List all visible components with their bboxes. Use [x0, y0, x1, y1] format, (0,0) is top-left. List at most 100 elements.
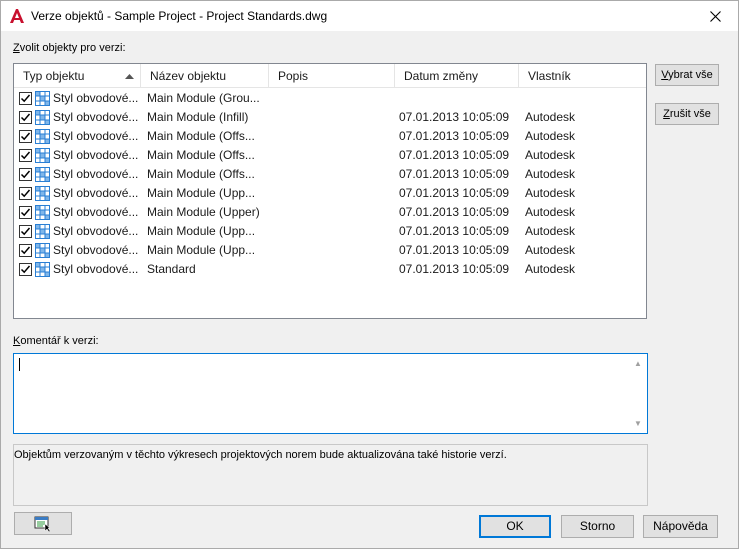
row-checkbox[interactable]	[19, 206, 32, 219]
objects-list[interactable]: Typ objektu Název objektu Popis Datum zm…	[13, 63, 647, 319]
table-row[interactable]: Styl obvodové... Main Module (Upper) 07.01…	[14, 203, 646, 222]
row-checkbox[interactable]	[19, 187, 32, 200]
comment-scrollbar[interactable]: ▲ ▼	[630, 354, 647, 433]
table-row[interactable]: Styl obvodové... Main Module (Offs... 07.0…	[14, 127, 646, 146]
cell-type: Styl obvodové...	[53, 262, 139, 276]
close-icon	[709, 10, 721, 22]
table-row[interactable]: Styl obvodové... Main Module (Offs... 07.0…	[14, 146, 646, 165]
cell-description	[274, 260, 392, 279]
column-header-owner[interactable]: Vlastník	[519, 64, 646, 88]
window-select-button[interactable]	[14, 512, 72, 535]
close-button[interactable]	[692, 1, 738, 31]
cell-name: Main Module (Offs...	[147, 129, 255, 143]
info-text: Objektům verzovaným v těchto výkresech p…	[14, 449, 507, 461]
row-checkbox[interactable]	[19, 225, 32, 238]
ok-button[interactable]: OK	[479, 515, 551, 538]
cell-date: 07.01.2013 10:05:09	[399, 110, 510, 124]
window-cursor-icon	[34, 516, 51, 533]
checkmark-icon	[20, 113, 31, 122]
checkmark-icon	[20, 94, 31, 103]
cell-owner: Autodesk	[525, 243, 576, 257]
cell-description	[274, 89, 392, 108]
scroll-up-icon[interactable]: ▲	[634, 359, 642, 368]
cell-name: Main Module (Grou...	[147, 91, 260, 105]
title-bar: Verze objektů - Sample Project - Project…	[1, 1, 738, 31]
cell-name: Main Module (Upper)	[147, 205, 260, 219]
cell-description	[274, 203, 392, 222]
table-row[interactable]: Styl obvodové... Standard 07.01.2013 10:05…	[14, 260, 646, 279]
curtain-wall-style-icon	[35, 110, 50, 125]
cell-date	[399, 89, 517, 108]
cell-name: Main Module (Offs...	[147, 167, 255, 181]
window-title: Verze objektů - Sample Project - Project…	[31, 9, 328, 23]
table-row[interactable]: Styl obvodové... Main Module (Infill) 07.0…	[14, 108, 646, 127]
deselect-all-button[interactable]: Zrušit vše	[655, 103, 719, 125]
cell-type: Styl obvodové...	[53, 243, 139, 257]
comment-input[interactable]: ▲ ▼	[13, 353, 648, 434]
column-header-date[interactable]: Datum změny	[395, 64, 519, 88]
row-checkbox[interactable]	[19, 263, 32, 276]
cell-owner: Autodesk	[525, 110, 576, 124]
table-row[interactable]: Styl obvodové... Main Module (Upp... 07.01…	[14, 222, 646, 241]
checkmark-icon	[20, 208, 31, 217]
cell-name: Main Module (Upp...	[147, 224, 256, 238]
cell-date: 07.01.2013 10:05:09	[399, 224, 510, 238]
checkmark-icon	[20, 227, 31, 236]
cell-type: Styl obvodové...	[53, 129, 139, 143]
text-caret	[19, 358, 20, 371]
cell-name: Main Module (Infill)	[147, 110, 249, 124]
cell-description	[274, 146, 392, 165]
curtain-wall-style-icon	[35, 91, 50, 106]
curtain-wall-style-icon	[35, 129, 50, 144]
table-row[interactable]: Styl obvodové... Main Module (Offs... 07.0…	[14, 165, 646, 184]
row-checkbox[interactable]	[19, 149, 32, 162]
cell-name: Main Module (Offs...	[147, 148, 255, 162]
curtain-wall-style-icon	[35, 243, 50, 258]
cell-type: Styl obvodové...	[53, 167, 139, 181]
curtain-wall-style-icon	[35, 167, 50, 182]
select-all-button[interactable]: Vybrat vše	[655, 64, 719, 86]
column-header-type[interactable]: Typ objektu	[14, 64, 141, 88]
scroll-down-icon[interactable]: ▼	[634, 419, 642, 428]
cell-date: 07.01.2013 10:05:09	[399, 262, 510, 276]
cell-description	[274, 127, 392, 146]
table-row[interactable]: Styl obvodové... Main Module (Grou...	[14, 89, 646, 108]
cell-name: Main Module (Upp...	[147, 186, 256, 200]
list-header: Typ objektu Název objektu Popis Datum zm…	[14, 64, 646, 88]
cell-description	[274, 165, 392, 184]
checkmark-icon	[20, 170, 31, 179]
cell-description	[274, 241, 392, 260]
row-checkbox[interactable]	[19, 244, 32, 257]
column-header-description[interactable]: Popis	[269, 64, 395, 88]
cell-date: 07.01.2013 10:05:09	[399, 243, 510, 257]
cell-owner: Autodesk	[525, 224, 576, 238]
info-panel: Objektům verzovaným v těchto výkresech p…	[13, 444, 648, 506]
cell-description	[274, 184, 392, 203]
cell-name: Standard	[147, 262, 196, 276]
cell-type: Styl obvodové...	[53, 224, 139, 238]
table-row[interactable]: Styl obvodové... Main Module (Upp... 07.01…	[14, 184, 646, 203]
cell-description	[274, 222, 392, 241]
row-checkbox[interactable]	[19, 168, 32, 181]
checkmark-icon	[20, 246, 31, 255]
sort-ascending-icon	[125, 74, 134, 79]
checkmark-icon	[20, 151, 31, 160]
table-row[interactable]: Styl obvodové... Main Module (Upp... 07.01…	[14, 241, 646, 260]
checkmark-icon	[20, 132, 31, 141]
comment-label: Komentář k verzi:	[13, 335, 99, 347]
cell-name: Main Module (Upp...	[147, 243, 256, 257]
cell-owner: Autodesk	[525, 167, 576, 181]
row-checkbox[interactable]	[19, 92, 32, 105]
cell-type: Styl obvodové...	[53, 148, 139, 162]
cell-owner	[525, 89, 643, 108]
cell-date: 07.01.2013 10:05:09	[399, 167, 510, 181]
cell-date: 07.01.2013 10:05:09	[399, 205, 510, 219]
column-header-name[interactable]: Název objektu	[141, 64, 269, 88]
cancel-button[interactable]: Storno	[561, 515, 634, 538]
cell-owner: Autodesk	[525, 186, 576, 200]
cell-owner: Autodesk	[525, 129, 576, 143]
help-button[interactable]: Nápověda	[643, 515, 718, 538]
row-checkbox[interactable]	[19, 130, 32, 143]
row-checkbox[interactable]	[19, 111, 32, 124]
curtain-wall-style-icon	[35, 224, 50, 239]
